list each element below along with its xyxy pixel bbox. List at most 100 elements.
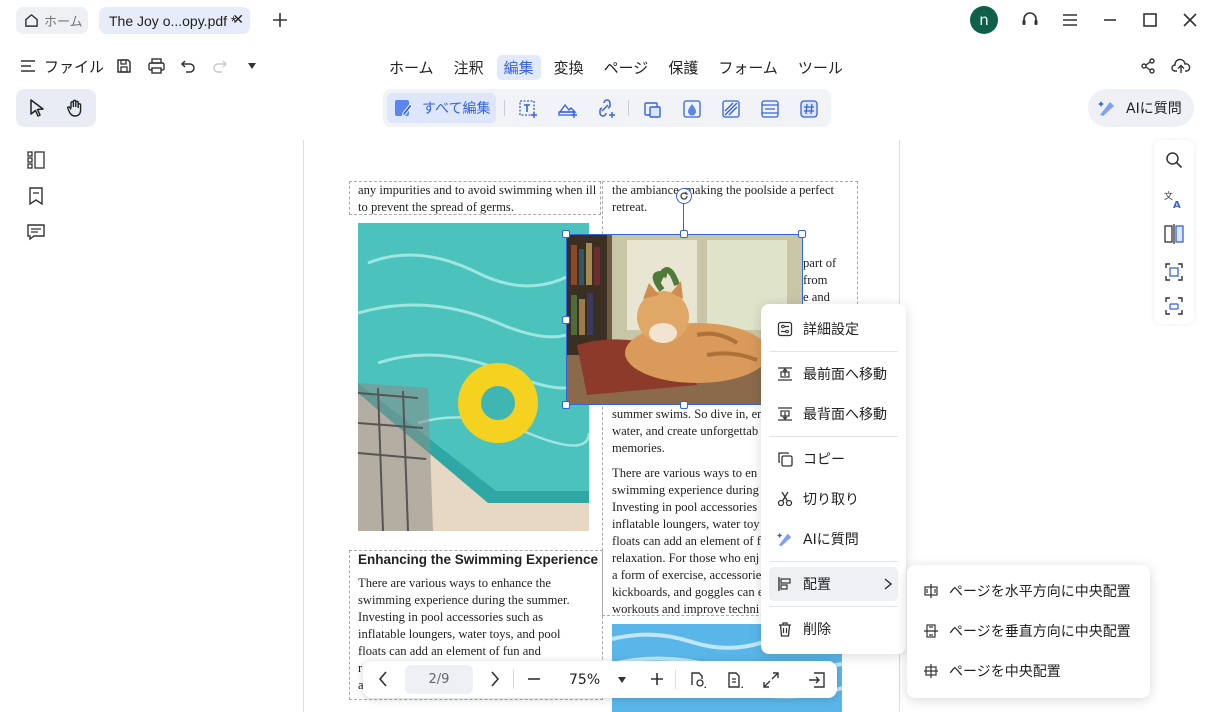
- submenu-center-vertical[interactable]: ページを垂直方向に中央配置: [923, 616, 1131, 646]
- cloud-upload-icon[interactable]: [1170, 56, 1192, 76]
- page-layout-icon[interactable]: [724, 669, 746, 691]
- headset-icon[interactable]: [1019, 9, 1041, 31]
- page-display-icon[interactable]: [687, 669, 709, 691]
- trash-icon: [777, 621, 793, 637]
- zoom-in-icon[interactable]: [647, 669, 667, 689]
- menu-item-copy[interactable]: コピー: [769, 442, 898, 476]
- nav-tools[interactable]: ツール: [791, 55, 850, 80]
- resize-handle[interactable]: [562, 401, 570, 409]
- edit-all-icon: [394, 98, 414, 118]
- avatar[interactable]: n: [970, 6, 998, 34]
- quick-access-dropdown-icon[interactable]: [244, 58, 260, 74]
- zoom-dropdown-icon[interactable]: [616, 674, 628, 686]
- ai-sparkle-icon: [1098, 99, 1116, 117]
- submenu-center-page-label: ページを中央配置: [949, 664, 1061, 680]
- fullscreen-icon[interactable]: [760, 669, 782, 691]
- comment-icon[interactable]: [24, 220, 48, 244]
- nav-page[interactable]: ページ: [597, 55, 656, 80]
- resize-handle[interactable]: [798, 230, 806, 238]
- ai-sparkle-icon: [777, 531, 793, 547]
- divider: [513, 670, 514, 689]
- resize-handle[interactable]: [680, 401, 688, 409]
- paragraph-right-top: the ambiance, making the poolside a perf…: [612, 183, 835, 214]
- thumbnails-icon[interactable]: [24, 148, 48, 172]
- menu-divider: [769, 606, 898, 607]
- tab-document[interactable]: The Joy o...opy.pdf * ✕: [99, 7, 250, 34]
- edit-all-button[interactable]: すべて編集: [387, 93, 496, 123]
- resize-handle[interactable]: [680, 230, 688, 238]
- menu-item-ask-ai-label: AIに質問: [803, 532, 859, 548]
- resize-handle[interactable]: [562, 230, 570, 238]
- edit-all-label: すべて編集: [422, 101, 491, 117]
- save-icon[interactable]: [114, 56, 134, 76]
- page-indicator[interactable]: 2/9: [405, 665, 473, 694]
- select-cursor-icon[interactable]: [25, 97, 49, 119]
- rotate-handle-icon[interactable]: [676, 188, 692, 204]
- undo-icon[interactable]: [178, 56, 198, 76]
- submenu-center-horizontal[interactable]: ページを水平方向に中央配置: [923, 576, 1131, 606]
- resize-handle[interactable]: [562, 316, 570, 324]
- nav-edit[interactable]: 編集: [496, 54, 541, 80]
- screenshot-icon[interactable]: [1162, 294, 1186, 318]
- compare-icon[interactable]: [1162, 222, 1186, 246]
- collapse-bar-icon[interactable]: [806, 669, 828, 691]
- menu-item-details[interactable]: 詳細設定: [769, 312, 898, 346]
- paragraph-left-top: any impurities and to avoid swimming whe…: [358, 183, 597, 214]
- new-tab-icon[interactable]: [270, 10, 290, 30]
- share-icon[interactable]: [1138, 56, 1158, 76]
- bookmark-icon[interactable]: [24, 184, 48, 208]
- crop-icon[interactable]: [642, 98, 664, 120]
- center-vertical-icon: [923, 623, 939, 639]
- next-page-icon[interactable]: [485, 669, 505, 689]
- translate-icon[interactable]: 文A: [1162, 187, 1186, 211]
- edit-text-icon[interactable]: [518, 98, 540, 120]
- center-page-icon: [923, 663, 939, 679]
- menu-lines-icon: [20, 59, 36, 73]
- submenu-center-page[interactable]: ページを中央配置: [923, 656, 1061, 686]
- menu-item-ask-ai[interactable]: AIに質問: [769, 522, 898, 556]
- close-window-icon[interactable]: [1180, 10, 1200, 30]
- scan-ocr-icon[interactable]: [1162, 260, 1186, 284]
- close-tab-icon[interactable]: ✕: [232, 11, 244, 28]
- edit-image-icon[interactable]: [557, 98, 579, 120]
- menu-item-delete-label: 削除: [803, 622, 831, 638]
- avatar-letter: n: [979, 11, 989, 29]
- nav-convert[interactable]: 変換: [547, 55, 591, 80]
- section-heading: Enhancing the Swimming Experience: [358, 552, 599, 567]
- header-footer-icon[interactable]: [759, 98, 781, 120]
- previous-page-icon[interactable]: [373, 669, 393, 689]
- menu-item-bring-front[interactable]: 最前面へ移動: [769, 357, 898, 391]
- divider: [675, 670, 676, 689]
- zoom-out-icon[interactable]: [524, 669, 544, 689]
- menu-item-send-back-label: 最背面へ移動: [803, 407, 887, 423]
- bates-number-icon[interactable]: [798, 98, 820, 120]
- nav-home[interactable]: ホーム: [382, 55, 441, 80]
- redo-icon[interactable]: [210, 56, 230, 76]
- settings-sliders-icon: [777, 321, 793, 337]
- nav-form[interactable]: フォーム: [711, 55, 785, 80]
- nav-protect[interactable]: 保護: [661, 55, 705, 80]
- nav-annotate[interactable]: 注釈: [447, 55, 491, 80]
- tab-home[interactable]: ホーム: [16, 7, 88, 34]
- menu-item-cut[interactable]: 切り取り: [769, 482, 898, 516]
- zoom-level[interactable]: 75%: [569, 670, 605, 690]
- search-icon[interactable]: [1162, 148, 1186, 172]
- minimize-icon[interactable]: [1100, 10, 1120, 30]
- submenu-center-horizontal-label: ページを水平方向に中央配置: [949, 584, 1131, 600]
- watermark-icon[interactable]: [681, 98, 703, 120]
- hand-tool-icon[interactable]: [63, 97, 87, 119]
- menu-item-delete[interactable]: 削除: [769, 612, 898, 646]
- ask-ai-button[interactable]: AIに質問: [1088, 89, 1194, 127]
- file-menu[interactable]: ファイル: [20, 55, 104, 77]
- text-fragment: part of: [803, 256, 837, 270]
- maximize-icon[interactable]: [1140, 10, 1160, 30]
- menu-item-arrange[interactable]: 配置: [769, 567, 898, 601]
- menu-item-details-label: 詳細設定: [803, 322, 859, 338]
- background-icon[interactable]: [720, 98, 742, 120]
- hamburger-menu-icon[interactable]: [1060, 10, 1080, 30]
- pool-image[interactable]: [358, 223, 589, 531]
- scissors-icon: [777, 491, 793, 507]
- print-icon[interactable]: [146, 56, 166, 76]
- menu-item-send-back[interactable]: 最背面へ移動: [769, 397, 898, 431]
- add-link-icon[interactable]: [595, 98, 617, 120]
